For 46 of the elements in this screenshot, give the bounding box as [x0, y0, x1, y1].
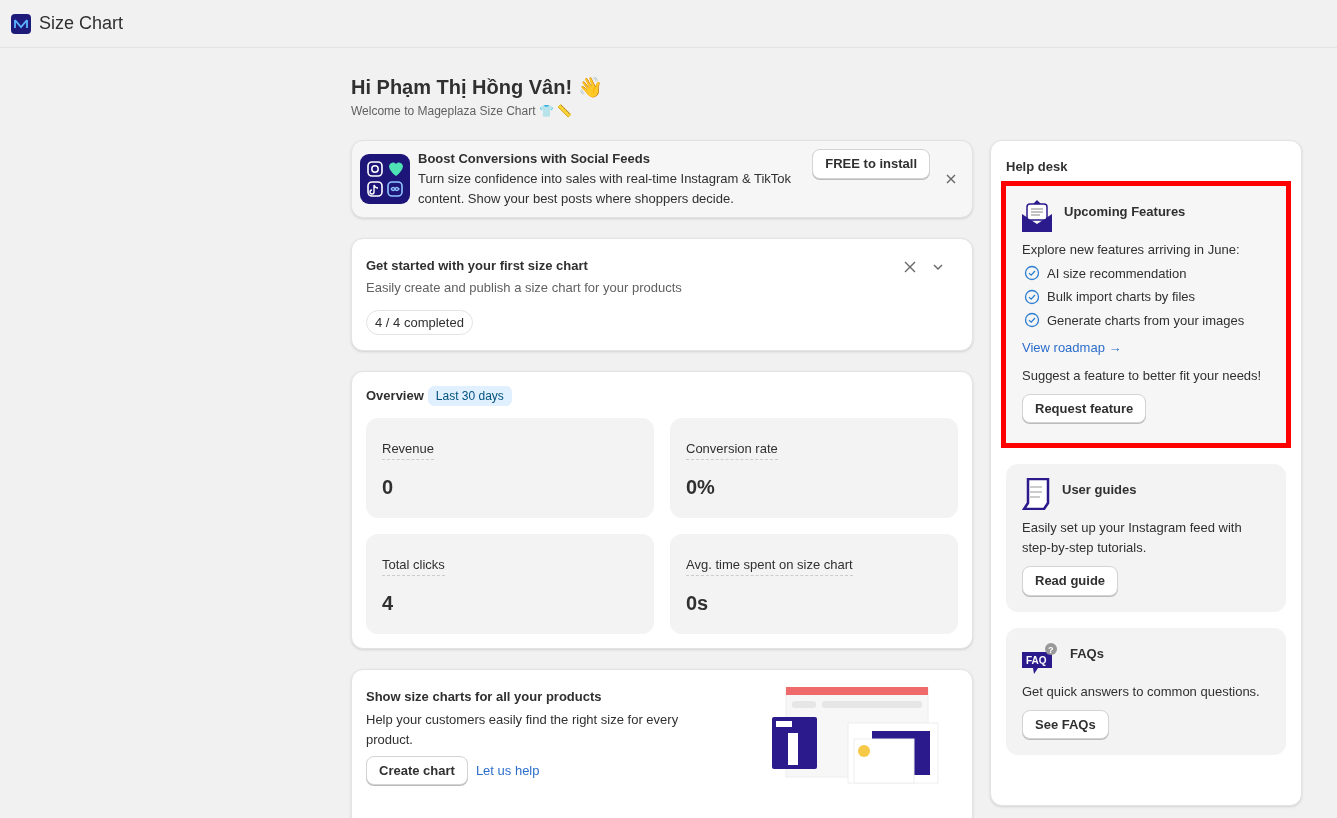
- suggestion-text: Suggest a feature to better fit your needs!: [1022, 366, 1263, 385]
- greeting-title: Hi Phạm Thị Hồng Vân! 👋: [351, 75, 604, 100]
- overview-title: Overview: [366, 387, 424, 406]
- promo-title: Boost Conversions with Social Feeds: [418, 150, 651, 168]
- close-icon[interactable]: [946, 173, 956, 184]
- promo-text: Turn size confidence into sales with real-time Instagram & TikTok content. Show your best posts where shoppers decide.: [418, 169, 793, 208]
- show-charts-text: Help your customers easily find the right size for every product.: [366, 710, 680, 749]
- social-apps-icon: [360, 153, 410, 204]
- close-icon[interactable]: [904, 260, 916, 273]
- help-card-button[interactable]: Request feature: [1022, 393, 1147, 423]
- metric-value: 4: [382, 591, 395, 616]
- metric-label: Avg. time spent on size chart: [686, 555, 853, 576]
- help-link[interactable]: Let us help: [475, 760, 540, 780]
- app-logo-icon: [11, 13, 31, 34]
- setup-text: Easily create and publish a size chart for your products: [366, 279, 683, 297]
- metric-value: 0: [382, 475, 395, 500]
- metric-label: Conversion rate: [686, 439, 778, 460]
- help-card-text: Easily set up your Instagram feed with step-by-step tutorials.: [1022, 519, 1243, 557]
- roadmap-link[interactable]: View roadmap →: [1022, 338, 1270, 358]
- date-range-badge: Last 30 days: [427, 386, 512, 406]
- feature-item: Generate charts from your images: [1047, 311, 1245, 330]
- setup-title: Get started with your first size chart: [366, 256, 588, 275]
- check-circle-icon: [1024, 288, 1040, 305]
- show-charts-title: Show size charts for all your products: [366, 688, 603, 706]
- app-title: Size Chart: [39, 12, 124, 35]
- help-desk-title: Help desk: [1006, 158, 1069, 176]
- metric-label: Revenue: [382, 439, 435, 460]
- feature-item: Bulk import charts by files: [1047, 288, 1196, 306]
- document-icon: [1022, 478, 1050, 510]
- check-circle-icon: [1024, 312, 1040, 329]
- metric-value: 0s: [686, 591, 710, 616]
- feature-item: AI size recommendation: [1047, 264, 1187, 283]
- create-chart-button[interactable]: Create chart: [366, 755, 468, 785]
- envelope-icon: [1022, 199, 1052, 232]
- install-button[interactable]: FREE to install: [812, 149, 930, 179]
- help-card-button[interactable]: Read guide: [1022, 566, 1119, 596]
- help-card-title: FAQs: [1070, 644, 1104, 663]
- help-card-button[interactable]: See FAQs: [1022, 709, 1109, 739]
- help-card-title: User guides: [1062, 481, 1137, 499]
- check-circle-icon: [1024, 265, 1040, 282]
- metric-label: Total clicks: [382, 555, 445, 576]
- metric-value: 0%: [686, 475, 716, 500]
- greeting-subtitle: Welcome to Mageplaza Size Chart 👕 📏: [351, 103, 574, 120]
- help-card-title: Upcoming Features: [1064, 202, 1186, 221]
- help-card-text: Get quick answers to common questions.: [1022, 682, 1261, 701]
- help-card-text: Explore new features arriving in June:: [1022, 240, 1241, 259]
